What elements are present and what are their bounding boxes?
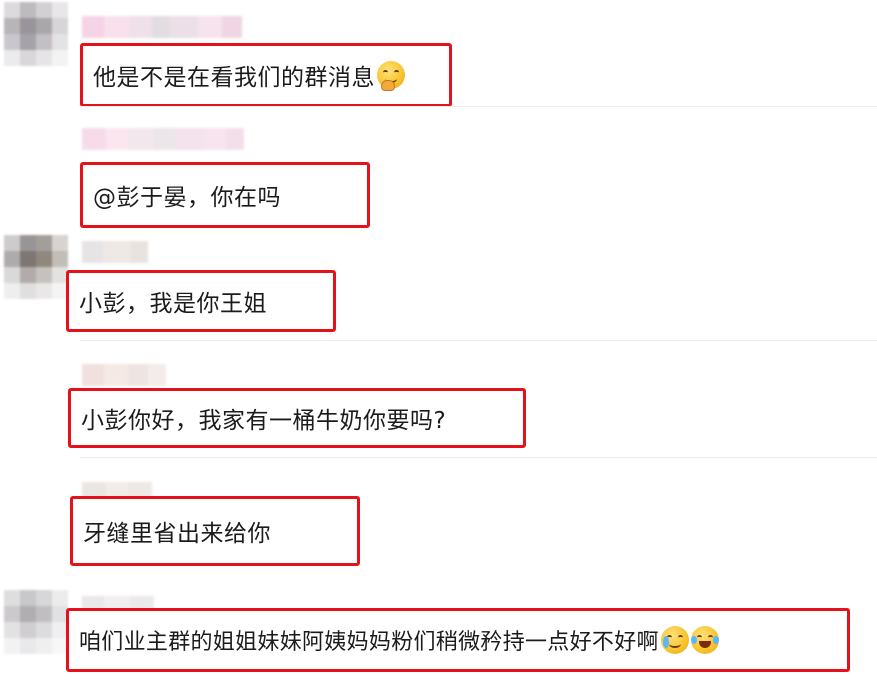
divider — [80, 457, 877, 458]
avatar[interactable] — [4, 2, 68, 66]
message-bubble[interactable]: 小彭，我是你王姐 — [66, 270, 336, 332]
laughing-tears-emoji-icon — [690, 626, 719, 654]
divider — [80, 106, 877, 107]
message-text: @彭于晏，你在吗 — [93, 185, 281, 211]
message-text: 咱们业主群的姐姐妹妹阿姨妈妈粉们稍微矜持一点好不好啊 — [79, 630, 659, 655]
message-bubble[interactable]: 他是不是在看我们的群消息 — [80, 43, 452, 107]
avatar[interactable] — [4, 235, 68, 299]
thinking-emoji-icon — [377, 61, 405, 91]
message-bubble[interactable]: 小彭你好，我家有一桶牛奶你要吗? — [68, 388, 526, 448]
crying-emoji-icon — [660, 626, 689, 654]
message-text: 小彭，我是你王姐 — [79, 291, 267, 317]
sender-nickname — [82, 364, 166, 386]
sender-nickname — [82, 241, 148, 263]
message-bubble[interactable]: 咱们业主群的姐姐妹妹阿姨妈妈粉们稍微矜持一点好不好啊 — [66, 608, 850, 672]
sender-nickname — [82, 128, 244, 150]
message-bubble[interactable]: 牙缝里省出来给你 — [70, 496, 360, 566]
sender-nickname — [82, 16, 242, 38]
message-text: 牙缝里省出来给你 — [83, 521, 271, 547]
message-text: 小彭你好，我家有一桶牛奶你要吗? — [81, 408, 447, 434]
message-bubble[interactable]: @彭于晏，你在吗 — [80, 162, 370, 228]
message-text: 他是不是在看我们的群消息 — [93, 65, 375, 91]
avatar[interactable] — [4, 590, 68, 654]
divider — [80, 340, 877, 341]
